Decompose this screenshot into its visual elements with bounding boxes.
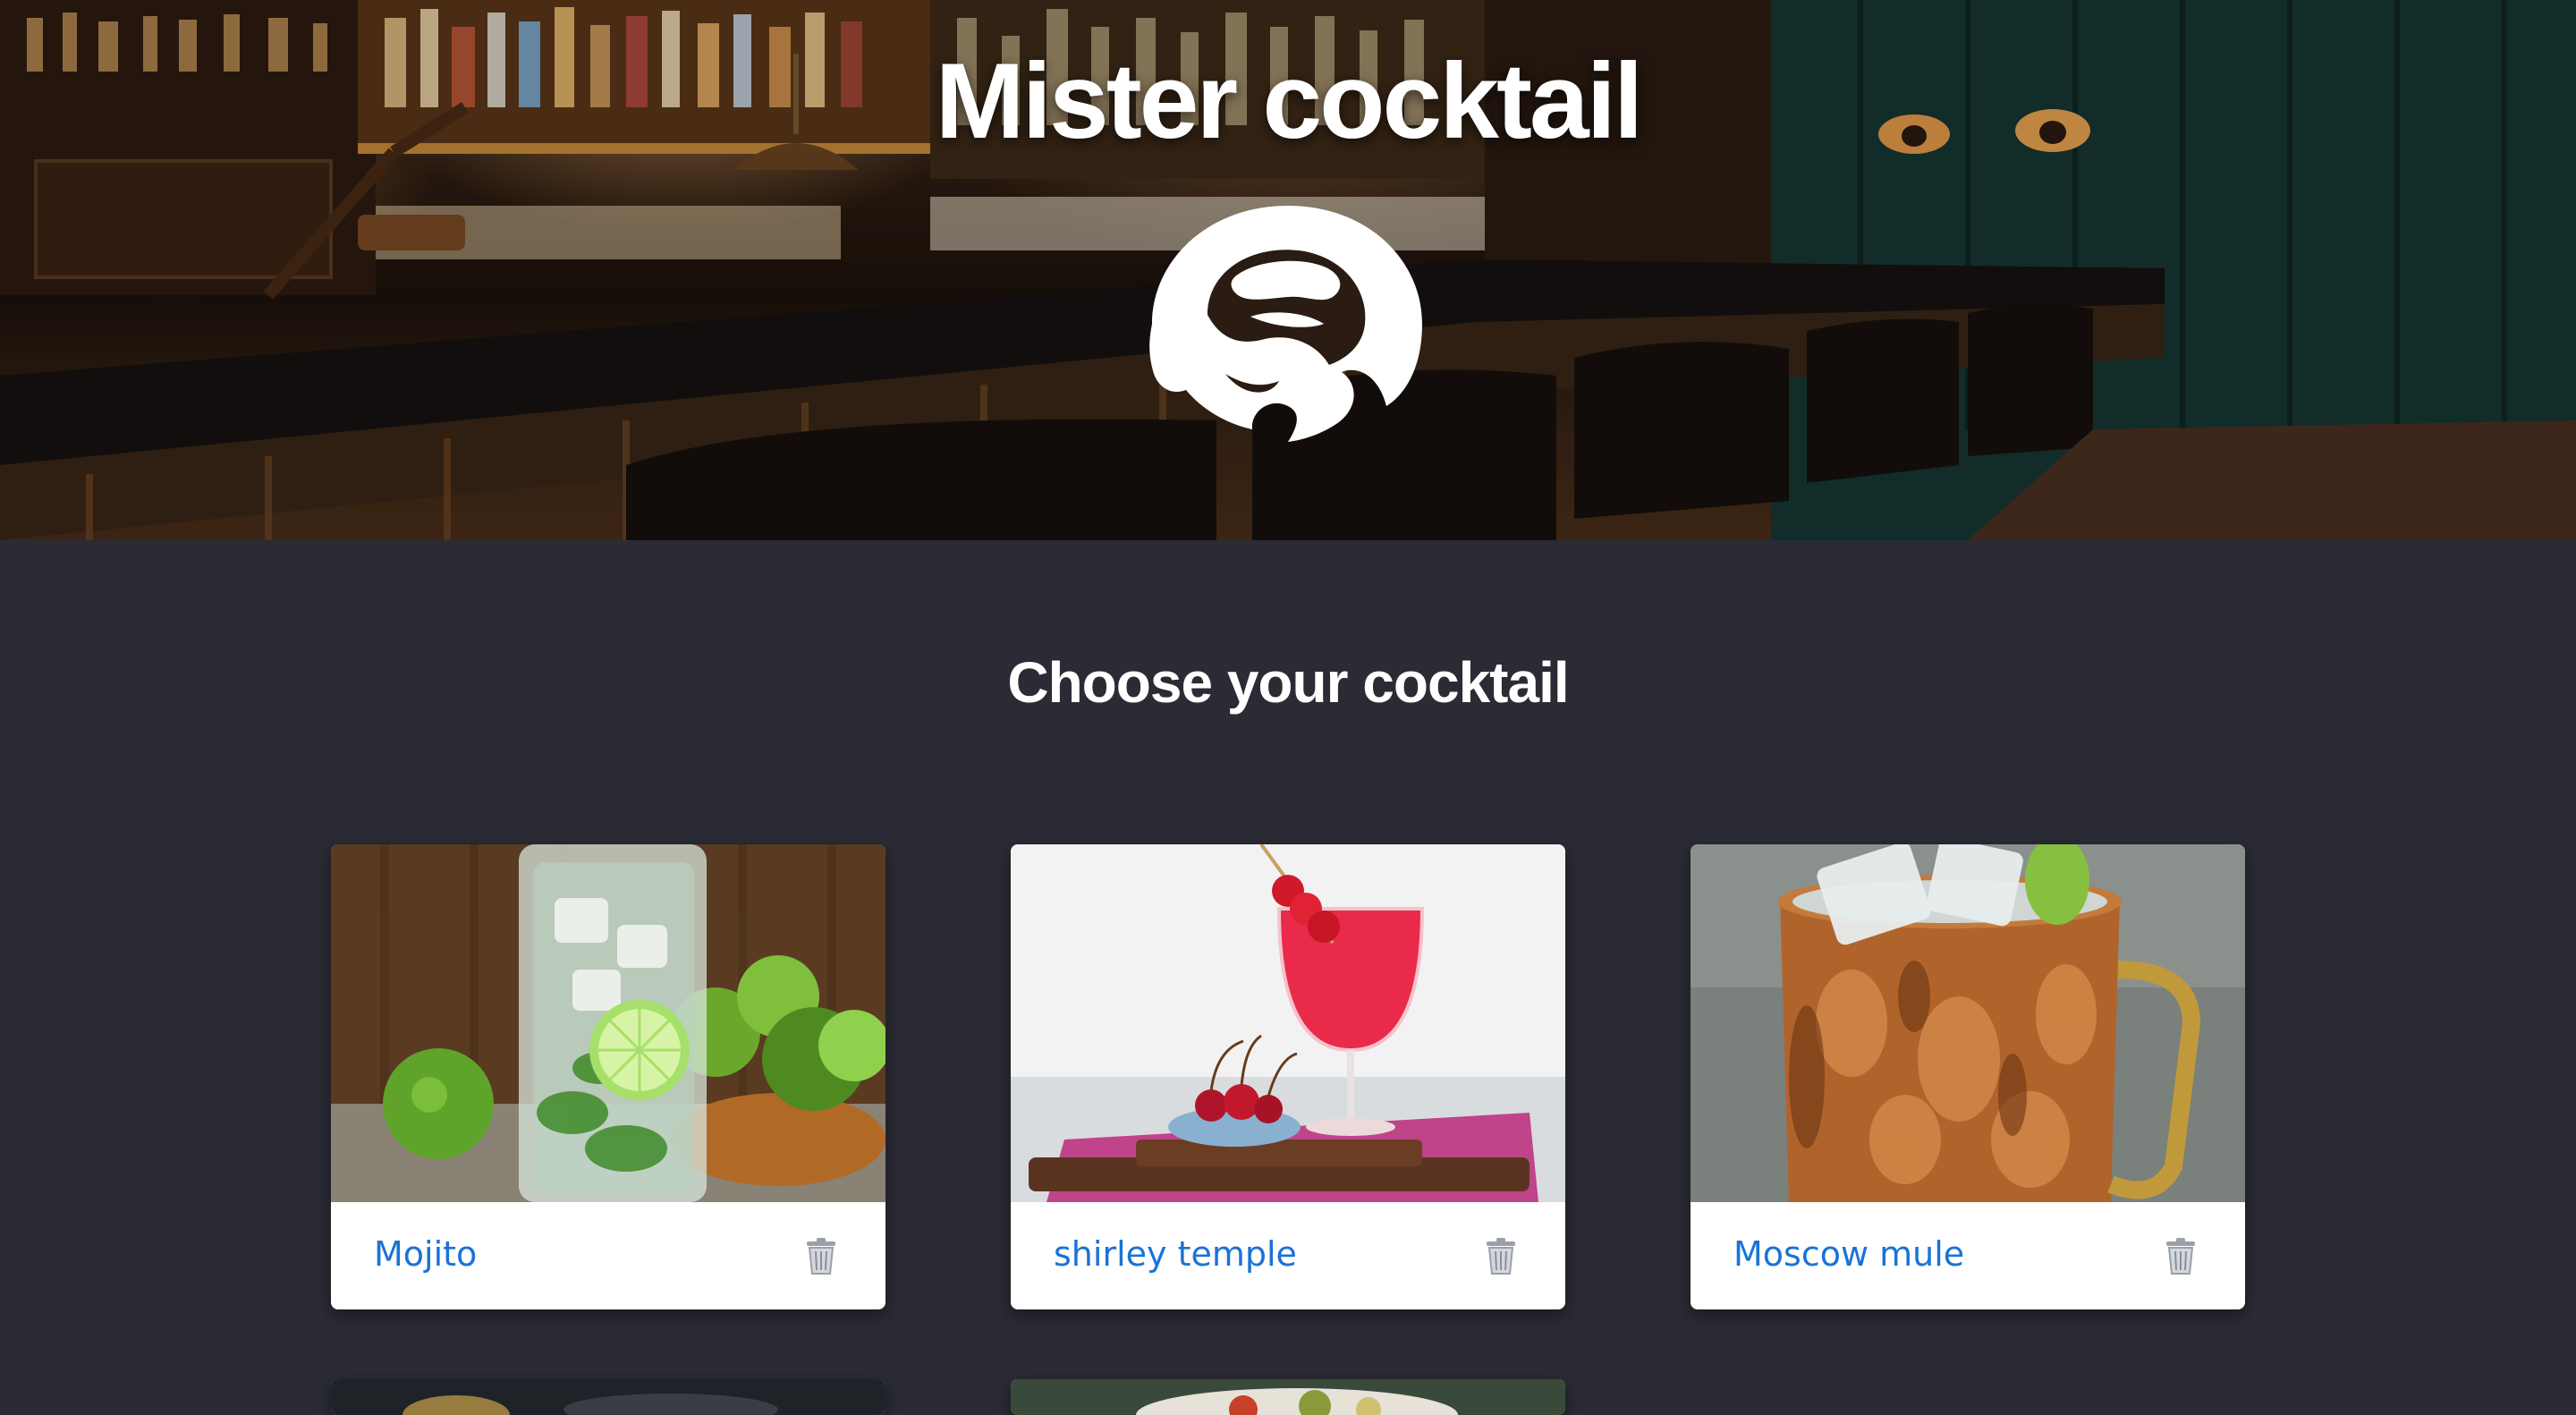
cocktail-card-mojito[interactable]: Mojito [331,844,886,1309]
page-heading: Choose your cocktail [1007,650,1569,715]
cocktail-hat-logo-icon [1149,206,1422,442]
cocktail-name-link[interactable]: Moscow mule [1733,1234,1964,1274]
cocktail-name-link[interactable]: shirley temple [1054,1234,1297,1274]
trash-icon[interactable] [2163,1238,2199,1275]
cocktail-photo[interactable] [331,844,886,1202]
site-title: Mister cocktail [935,41,1644,161]
hero-banner: Mister cocktail [0,0,2576,540]
cocktail-card-shirley-temple[interactable]: shirley temple [1011,844,1565,1309]
cocktail-card-moscow-mule[interactable]: Moscow mule [1690,844,2245,1309]
cocktail-photo[interactable] [331,1379,886,1415]
cocktail-photo[interactable] [1690,844,2245,1202]
cocktail-name-link[interactable]: Mojito [374,1234,477,1274]
card-footer: shirley temple [1011,1202,1565,1309]
trash-icon[interactable] [1483,1238,1519,1275]
cocktail-card-partial[interactable] [1011,1379,1565,1415]
cocktail-photo[interactable] [1011,1379,1565,1415]
card-footer: Moscow mule [1690,1202,2245,1309]
cocktail-photo[interactable] [1011,844,1565,1202]
card-footer: Mojito [331,1202,886,1309]
page: Mister cocktail Choose your cocktail Moj… [0,0,2576,1415]
cocktail-card-partial[interactable] [331,1379,886,1415]
trash-icon[interactable] [803,1238,839,1275]
